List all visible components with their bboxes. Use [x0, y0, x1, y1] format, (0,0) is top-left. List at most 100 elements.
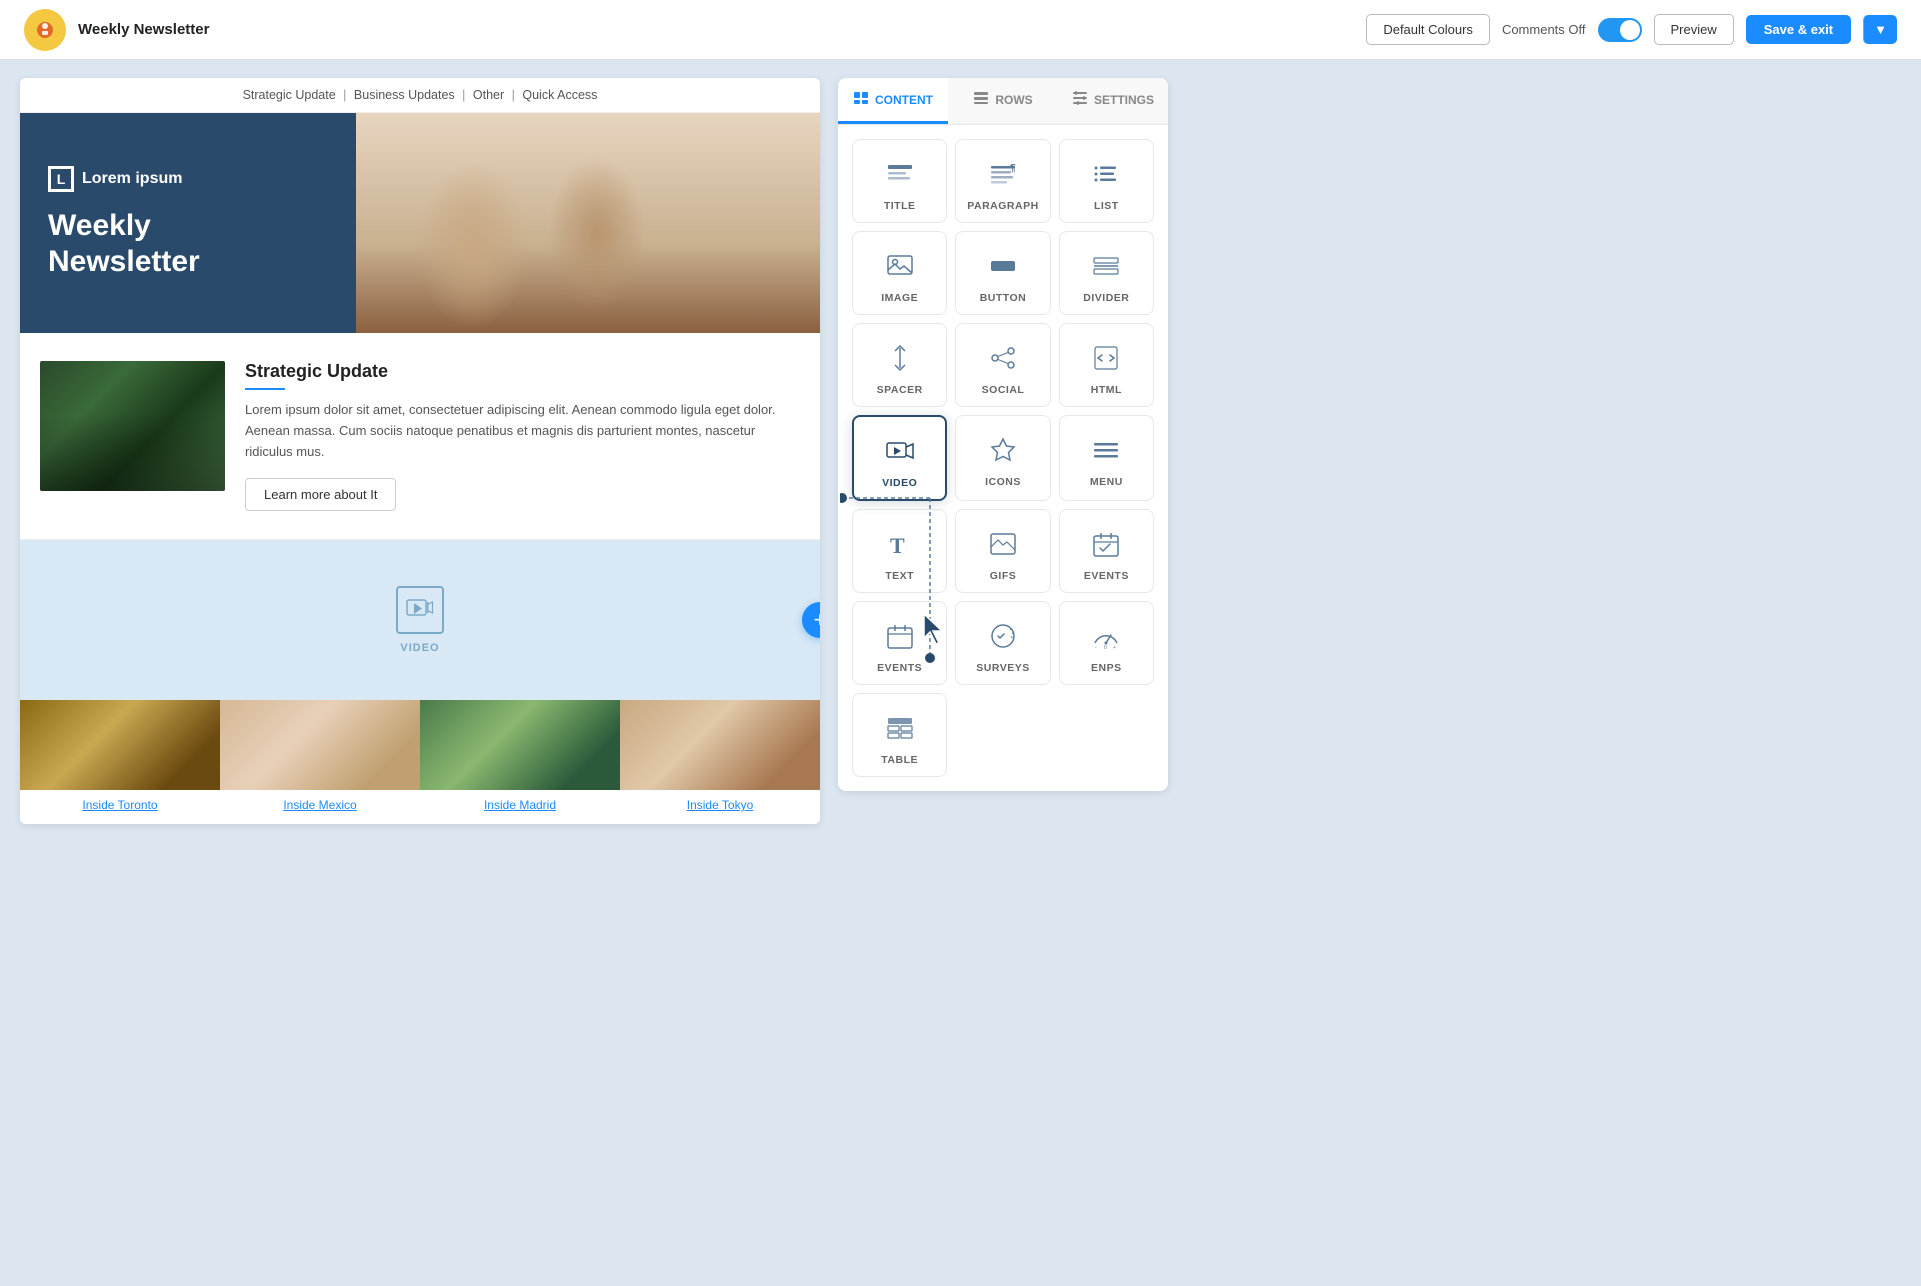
content-item-html[interactable]: HTML — [1059, 323, 1154, 407]
content-item-enps[interactable]: - 0 + ENPS — [1059, 601, 1154, 685]
grid-item-2: Inside Mexico — [220, 700, 420, 824]
email-video-block: VIDEO + — [20, 540, 820, 700]
video-content-label: VIDEO — [882, 477, 917, 489]
grid-item-3: Inside Madrid — [420, 700, 620, 824]
tab-rows[interactable]: ROWS — [948, 78, 1058, 124]
content-item-divider[interactable]: DIVIDER — [1059, 231, 1154, 315]
grid-caption-3: Inside Madrid — [420, 790, 620, 824]
hero-logo-text: Lorem ipsum — [82, 170, 182, 188]
content-item-title[interactable]: TITLE — [852, 139, 947, 223]
grid-caption-2: Inside Mexico — [220, 790, 420, 824]
right-panel: CONTENT ROWS — [838, 78, 1168, 791]
hero-logo-icon: L — [48, 166, 74, 192]
save-exit-caret[interactable]: ▼ — [1863, 15, 1897, 44]
article-title: Strategic Update — [245, 361, 800, 382]
table-label: TABLE — [881, 754, 918, 766]
surveys-label: SURVEYS — [976, 662, 1030, 674]
gifs-label: GIFS — [990, 570, 1017, 582]
grid-link-1[interactable]: Inside Toronto — [82, 798, 157, 812]
grid-image-4 — [620, 700, 820, 790]
nav-link-other[interactable]: Other — [473, 88, 504, 102]
svg-text:0: 0 — [1104, 645, 1107, 651]
hero-people-image — [324, 113, 820, 333]
events-icon — [1088, 526, 1124, 562]
svg-text:-: - — [1095, 645, 1097, 651]
grid-image-1 — [20, 700, 220, 790]
content-item-text[interactable]: T TEXT — [852, 509, 947, 593]
content-item-video[interactable]: VIDEO — [852, 415, 947, 501]
comments-toggle[interactable] — [1598, 18, 1642, 42]
divider-label: DIVIDER — [1083, 292, 1129, 304]
nav-link-strategic[interactable]: Strategic Update — [243, 88, 336, 102]
content-item-gifs[interactable]: GIFS — [955, 509, 1050, 593]
tab-rows-label: ROWS — [995, 93, 1032, 107]
grid-item-1: Inside Toronto — [20, 700, 220, 824]
panel-tabs: CONTENT ROWS — [838, 78, 1168, 125]
nav-link-business[interactable]: Business Updates — [354, 88, 455, 102]
button-icon — [985, 248, 1021, 284]
hero-title-line1: Weekly — [48, 209, 151, 242]
tab-settings-label: SETTINGS — [1094, 93, 1154, 107]
content-item-surveys[interactable]: SURVEYS — [955, 601, 1050, 685]
hero-text-block: L Lorem ipsum Weekly Newsletter — [20, 113, 356, 333]
content-item-spacer[interactable]: SPACER — [852, 323, 947, 407]
hero-title: Weekly Newsletter — [48, 208, 328, 280]
email-preview: Strategic Update | Business Updates | Ot… — [20, 78, 820, 824]
content-tab-icon — [853, 90, 869, 109]
menu-label: MENU — [1090, 476, 1123, 488]
video-placeholder: VIDEO — [396, 586, 444, 654]
button-label: BUTTON — [980, 292, 1027, 304]
save-exit-button[interactable]: Save & exit — [1746, 15, 1851, 44]
content-item-icons[interactable]: ICONS — [955, 415, 1050, 501]
menu-icon — [1088, 432, 1124, 468]
article-body: Lorem ipsum dolor sit amet, consectetuer… — [245, 400, 800, 462]
grid-link-3[interactable]: Inside Madrid — [484, 798, 556, 812]
grid-link-2[interactable]: Inside Mexico — [283, 798, 356, 812]
grid-caption-4: Inside Tokyo — [620, 790, 820, 824]
social-icon — [985, 340, 1021, 376]
topbar: Weekly Newsletter Default Colours Commen… — [0, 0, 1921, 60]
add-content-button[interactable]: + — [802, 602, 820, 638]
hero-title-line2: Newsletter — [48, 245, 200, 278]
content-grid: TITLE ¶ PARAGRAPH — [838, 125, 1168, 791]
preview-button[interactable]: Preview — [1654, 14, 1734, 45]
grid-item-4: Inside Tokyo — [620, 700, 820, 824]
email-article: Strategic Update Lorem ipsum dolor sit a… — [20, 333, 820, 540]
spacer-icon — [882, 340, 918, 376]
content-item-events2[interactable]: EVENTS — [852, 601, 947, 685]
default-colours-button[interactable]: Default Colours — [1366, 14, 1490, 45]
content-item-image[interactable]: IMAGE — [852, 231, 947, 315]
svg-text:¶: ¶ — [1010, 163, 1016, 174]
grid-image-3 — [420, 700, 620, 790]
app-logo — [24, 9, 66, 51]
content-item-social[interactable]: SOCIAL — [955, 323, 1050, 407]
email-grid: Inside Toronto Inside Mexico Inside Madr… — [20, 700, 820, 824]
content-item-menu[interactable]: MENU — [1059, 415, 1154, 501]
text-label: TEXT — [885, 570, 914, 582]
icons-label: ICONS — [985, 476, 1021, 488]
email-nav: Strategic Update | Business Updates | Ot… — [20, 78, 820, 113]
gifs-icon — [985, 526, 1021, 562]
email-hero: L Lorem ipsum Weekly Newsletter — [20, 113, 820, 333]
image-label: IMAGE — [881, 292, 918, 304]
list-label: LIST — [1094, 200, 1119, 212]
spacer-label: SPACER — [877, 384, 923, 396]
tab-settings[interactable]: SETTINGS — [1058, 78, 1168, 124]
main-layout: Strategic Update | Business Updates | Ot… — [0, 60, 1921, 1286]
surveys-icon — [985, 618, 1021, 654]
learn-more-button[interactable]: Learn more about It — [245, 478, 396, 511]
video-content-icon — [882, 433, 918, 469]
list-icon — [1088, 156, 1124, 192]
settings-tab-icon — [1072, 90, 1088, 109]
content-item-paragraph[interactable]: ¶ PARAGRAPH — [955, 139, 1050, 223]
content-item-events[interactable]: EVENTS — [1059, 509, 1154, 593]
content-item-button[interactable]: BUTTON — [955, 231, 1050, 315]
nav-sep-2: | — [462, 88, 465, 102]
nav-link-quickaccess[interactable]: Quick Access — [522, 88, 597, 102]
tab-content[interactable]: CONTENT — [838, 78, 948, 124]
content-item-table[interactable]: TABLE — [852, 693, 947, 777]
content-item-list[interactable]: LIST — [1059, 139, 1154, 223]
paragraph-icon: ¶ — [985, 156, 1021, 192]
nav-sep-1: | — [343, 88, 346, 102]
grid-link-4[interactable]: Inside Tokyo — [687, 798, 754, 812]
